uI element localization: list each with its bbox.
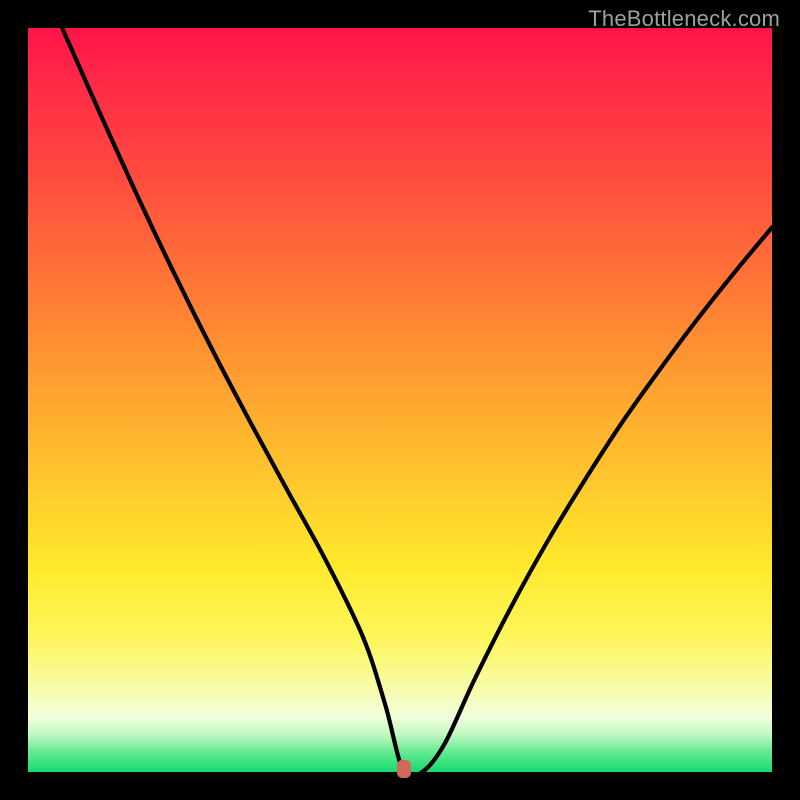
bottleneck-curve [28, 28, 772, 772]
chart-frame: TheBottleneck.com [0, 0, 800, 800]
optimal-marker [397, 760, 411, 778]
watermark-text: TheBottleneck.com [588, 6, 780, 32]
